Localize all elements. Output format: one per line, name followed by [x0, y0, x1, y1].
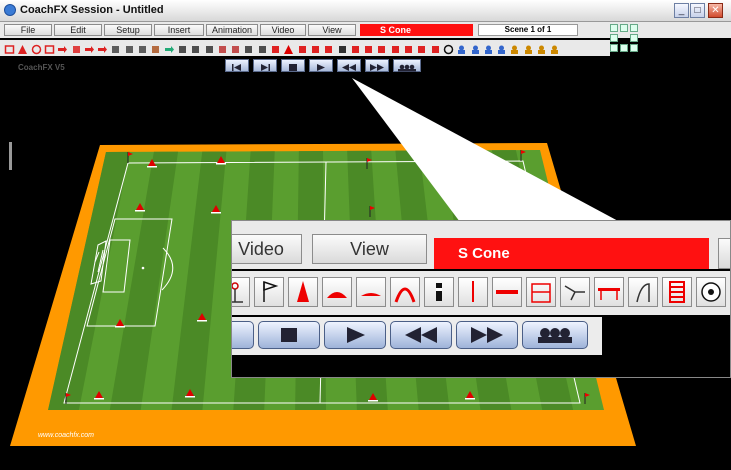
- zoom-play-icon: [324, 321, 386, 349]
- zoom-dome-icon: [356, 277, 386, 307]
- zoom-tool-strip: [232, 271, 730, 315]
- zoom-ladder-icon: [662, 277, 692, 307]
- zoom-playback-bar: [232, 317, 602, 355]
- zoom-dummy-icon: [424, 277, 454, 307]
- zoom-menu-video: Video: [232, 234, 302, 264]
- zoom-menu-bar: Video View S Cone: [232, 221, 730, 269]
- zoom-ball-icon: [696, 277, 726, 307]
- zoom-disc-icon: [322, 277, 352, 307]
- zoom-arch-icon: [390, 277, 420, 307]
- zoom-menu-view: View: [312, 234, 427, 264]
- zoom-selected-tool: S Cone: [434, 238, 709, 269]
- zoom-stop-icon: [258, 321, 320, 349]
- zoom-rewind-icon: [390, 321, 452, 349]
- zoom-pole-icon: [458, 277, 488, 307]
- zoom-cone-icon: [288, 277, 318, 307]
- zoom-hurdle-icon: [594, 277, 624, 307]
- zoom-bar-icon: [492, 277, 522, 307]
- zoom-group-icon: [522, 321, 588, 349]
- zoom-rebounder-icon: [560, 277, 590, 307]
- zoom-mannequin-icon: [232, 277, 250, 307]
- zoom-mini-hurdle-icon: [628, 277, 658, 307]
- zoom-inset: Video View S Cone: [231, 220, 731, 378]
- zoom-fast-forward-icon: [456, 321, 518, 349]
- zoom-scene-edge: [718, 238, 730, 269]
- zoom-flag-icon: [254, 277, 284, 307]
- zoom-skip-end-icon: [232, 321, 254, 349]
- zoom-ladder-gate-icon: [526, 277, 556, 307]
